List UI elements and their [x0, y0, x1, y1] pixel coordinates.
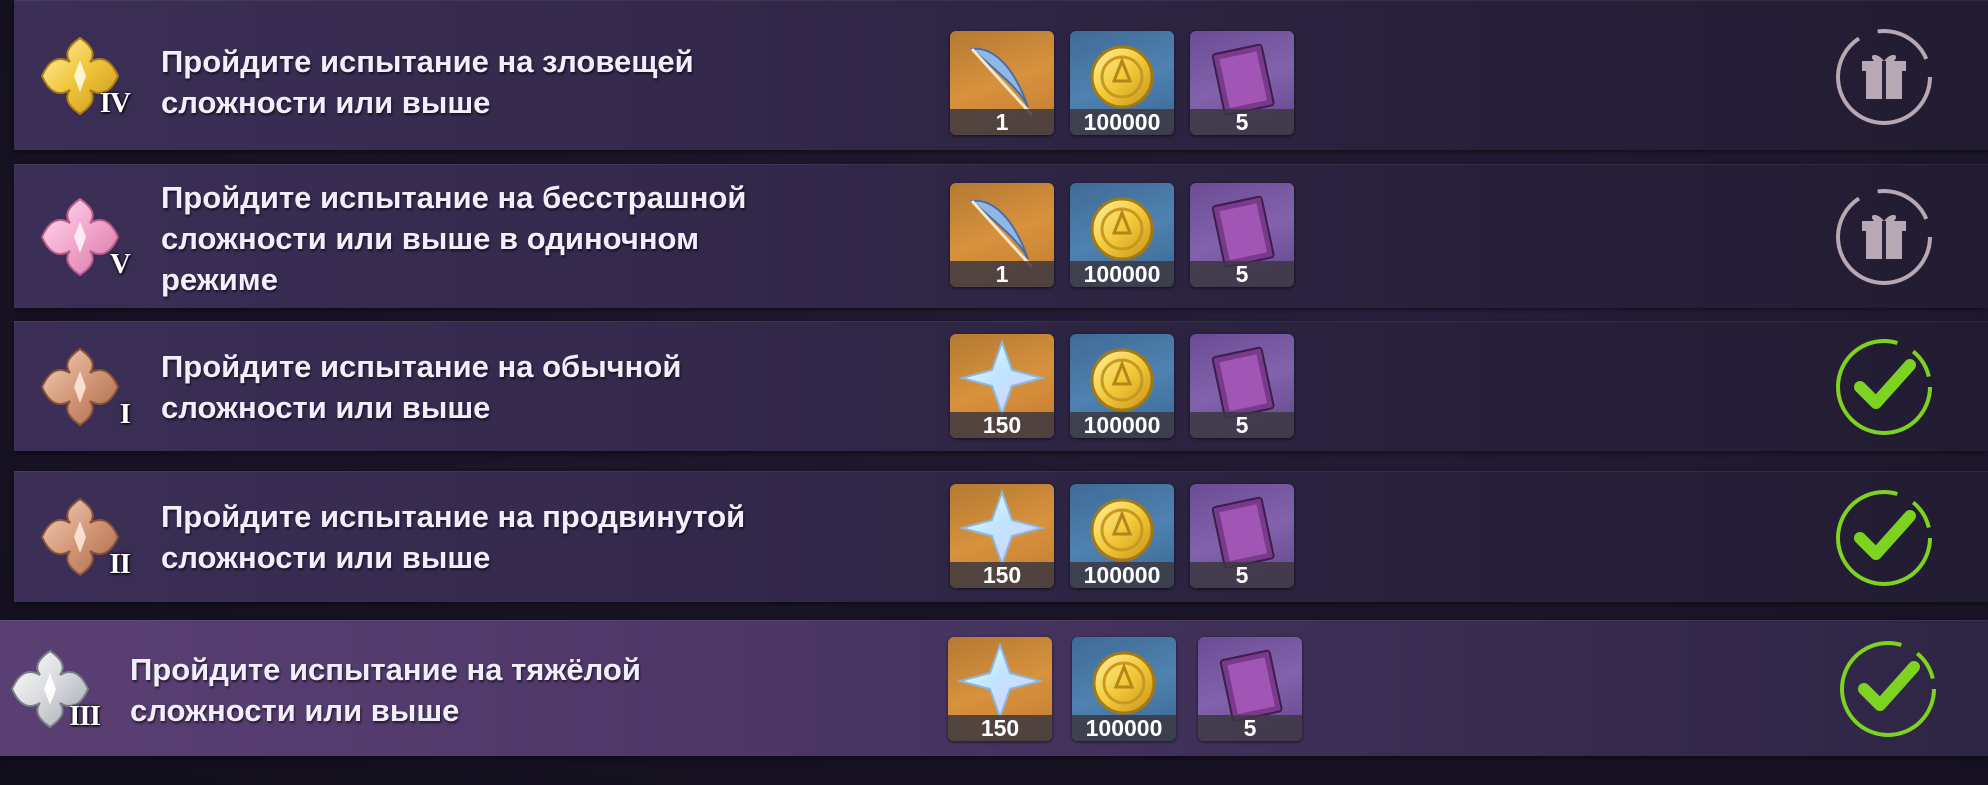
rank-numeral: III: [69, 699, 101, 732]
bronze-flower-badge-icon: II: [40, 497, 131, 580]
description-line: Пройдите испытание на обычной: [161, 349, 682, 384]
completed-check-icon: [1832, 486, 1936, 590]
reward-count: 100000: [1070, 109, 1174, 135]
rank-numeral: V: [110, 247, 131, 280]
reward-book[interactable]: 5: [1190, 334, 1294, 438]
challenge-row-2: V Пройдите испытание на бесстрашной слож…: [14, 164, 1988, 308]
rank-numeral: II: [109, 548, 131, 580]
reward-count: 100000: [1070, 412, 1174, 438]
gift-claimed-icon[interactable]: [1832, 25, 1936, 129]
challenge-row-3: I Пройдите испытание на обычной сложност…: [14, 321, 1988, 451]
reward-feather[interactable]: 1: [950, 31, 1054, 135]
reward-count: 100000: [1070, 562, 1174, 588]
description-line: Пройдите испытание на продвинутой: [161, 499, 746, 534]
description-line: сложности или выше: [161, 390, 491, 425]
completed-check-icon: [1836, 637, 1940, 741]
description-line: Пройдите испытание на бесстрашной: [161, 180, 747, 215]
silver-flower-badge-icon: III: [10, 649, 101, 732]
reward-mora[interactable]: 100000: [1070, 183, 1174, 287]
description-line: сложности или выше: [161, 540, 491, 575]
rank-numeral: I: [119, 397, 131, 430]
bronze-flower-badge-icon: I: [40, 347, 131, 430]
reward-count: 150: [948, 715, 1052, 741]
gift-claimed-icon[interactable]: [1832, 185, 1936, 289]
description-line: режиме: [161, 262, 278, 297]
challenge-description: Пройдите испытание на продвинутой сложно…: [161, 496, 921, 578]
reward-book[interactable]: 5: [1198, 637, 1302, 741]
challenge-description: Пройдите испытание на зловещей сложности…: [161, 41, 921, 123]
reward-mora[interactable]: 100000: [1070, 484, 1174, 588]
challenge-description: Пройдите испытание на бесстрашной сложно…: [161, 177, 921, 300]
challenge-row-5: III Пройдите испытание на тяжёлой сложно…: [0, 620, 1988, 756]
reward-book[interactable]: 5: [1190, 484, 1294, 588]
challenge-row-4: II Пройдите испытание на продвинутой сло…: [14, 471, 1988, 602]
challenge-row-1: IV Пройдите испытание на зловещей сложно…: [14, 0, 1988, 150]
reward-book[interactable]: 5: [1190, 183, 1294, 287]
reward-count: 5: [1190, 261, 1294, 287]
reward-mora[interactable]: 100000: [1072, 637, 1176, 741]
description-line: Пройдите испытание на тяжёлой: [130, 652, 641, 687]
reward-count: 100000: [1070, 261, 1174, 287]
reward-primogem[interactable]: 150: [950, 334, 1054, 438]
reward-mora[interactable]: 100000: [1070, 31, 1174, 135]
description-line: сложности или выше: [130, 693, 460, 728]
rank-numeral: IV: [99, 86, 131, 119]
reward-book[interactable]: 5: [1190, 31, 1294, 135]
reward-mora[interactable]: 100000: [1070, 334, 1174, 438]
reward-count: 5: [1190, 412, 1294, 438]
reward-count: 150: [950, 412, 1054, 438]
reward-count: 150: [950, 562, 1054, 588]
challenge-description: Пройдите испытание на тяжёлой сложности …: [130, 649, 890, 731]
reward-count: 100000: [1072, 715, 1176, 741]
reward-feather[interactable]: 1: [950, 183, 1054, 287]
gold-flower-badge-icon: IV: [40, 36, 131, 119]
reward-count: 1: [950, 109, 1054, 135]
description-line: сложности или выше: [161, 85, 491, 120]
reward-count: 5: [1190, 562, 1294, 588]
description-line: сложности или выше в одиночном: [161, 221, 700, 256]
reward-primogem[interactable]: 150: [950, 484, 1054, 588]
completed-check-icon: [1832, 335, 1936, 439]
reward-primogem[interactable]: 150: [948, 637, 1052, 741]
pink-flower-badge-icon: V: [40, 197, 131, 280]
reward-count: 5: [1198, 715, 1302, 741]
reward-count: 1: [950, 261, 1054, 287]
reward-count: 5: [1190, 109, 1294, 135]
challenge-description: Пройдите испытание на обычной сложности …: [161, 346, 921, 428]
description-line: Пройдите испытание на зловещей: [161, 44, 694, 79]
